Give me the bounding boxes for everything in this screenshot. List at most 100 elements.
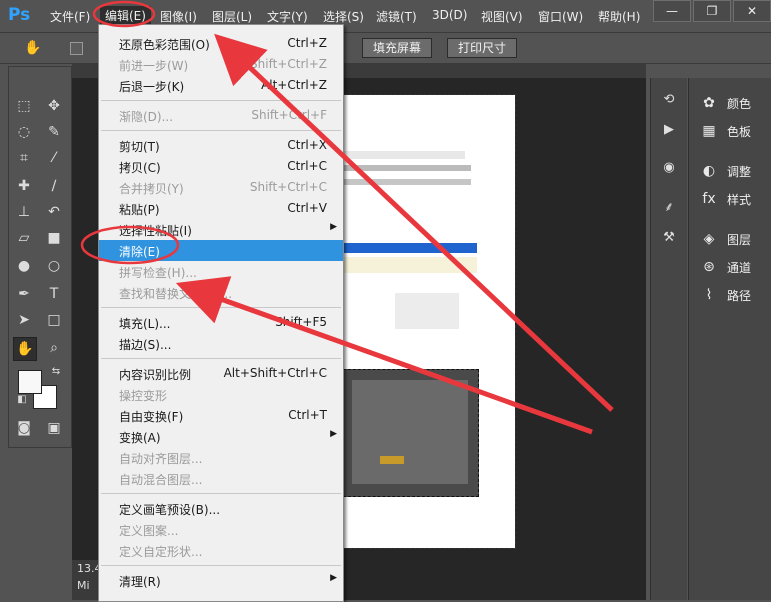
- brush-settings-icon[interactable]: ⸙: [661, 200, 677, 216]
- panel-label: 颜色: [727, 96, 752, 111]
- menu-separator: [101, 100, 341, 101]
- document-canvas[interactable]: [334, 94, 516, 549]
- properties-icon[interactable]: ◉: [661, 160, 677, 176]
- history-brush-tool-icon[interactable]: ↶: [43, 201, 65, 223]
- edit-menu-item[interactable]: 清理(R) ▶: [99, 570, 343, 591]
- path-selection-tool-icon[interactable]: ➤: [13, 309, 35, 331]
- history-icon[interactable]: ⟲: [661, 92, 677, 108]
- menu-type[interactable]: 文字(Y): [267, 8, 308, 25]
- quick-mask-icon[interactable]: ◙: [13, 417, 35, 439]
- menu-item-label: 选择性粘贴(I): [119, 224, 192, 238]
- hand-tool-icon[interactable]: ✋: [22, 37, 44, 59]
- edit-menu-item: 渐隐(D)... Shift+Ctrl+F: [99, 105, 343, 126]
- scroll-all-windows-checkbox[interactable]: [70, 42, 83, 55]
- close-button[interactable]: ✕: [733, 0, 771, 22]
- edit-menu-item[interactable]: 定义画笔预设(B)...: [99, 498, 343, 519]
- type-tool-icon[interactable]: T: [43, 283, 65, 305]
- menu-separator: [101, 130, 341, 131]
- swatches-icon: ▦: [702, 123, 716, 139]
- edit-menu-item: 前进一步(W) Shift+Ctrl+Z: [99, 54, 343, 75]
- print-size-button[interactable]: 打印尺寸: [447, 38, 518, 58]
- menu-filter[interactable]: 滤镜(T): [376, 8, 417, 25]
- menu-3d[interactable]: 3D(D): [432, 8, 467, 22]
- edit-menu-item[interactable]: 后退一步(K) Alt+Ctrl+Z: [99, 75, 343, 96]
- tool-presets-icon[interactable]: ⚒: [661, 230, 677, 246]
- blur-tool-icon[interactable]: ●: [13, 255, 35, 277]
- panel-color[interactable]: ✿ 颜色: [699, 92, 751, 114]
- panel-layers[interactable]: ◈ 图层: [699, 228, 751, 250]
- minimize-button[interactable]: —: [653, 0, 691, 22]
- edit-menu-item[interactable]: 粘贴(P) Ctrl+V: [99, 198, 343, 219]
- menu-item-label: 拼写检查(H)...: [119, 266, 197, 280]
- screen-mode-icon[interactable]: ▣: [43, 417, 65, 439]
- pen-tool-icon[interactable]: ✒: [13, 283, 35, 305]
- quick-select-tool-icon[interactable]: ✎: [43, 121, 65, 143]
- menu-select[interactable]: 选择(S): [323, 8, 364, 25]
- edit-menu-item[interactable]: 剪切(T) Ctrl+X: [99, 135, 343, 156]
- submenu-arrow-icon: ▶: [330, 222, 337, 232]
- panel-channels[interactable]: ⊛ 通道: [699, 256, 751, 278]
- gradient-tool-icon[interactable]: ■: [43, 227, 65, 249]
- layers-icon: ◈: [703, 231, 715, 247]
- brush-tool-icon[interactable]: ∕: [43, 175, 65, 197]
- hand-tool-icon[interactable]: ✋: [13, 337, 37, 361]
- eyedropper-tool-icon[interactable]: ⁄: [43, 147, 65, 169]
- menu-window[interactable]: 窗口(W): [538, 8, 583, 25]
- edit-menu-item: 操控变形: [99, 384, 343, 405]
- default-colors-icon[interactable]: ◧: [11, 389, 33, 411]
- edit-menu-item[interactable]: 拷贝(C) Ctrl+C: [99, 156, 343, 177]
- submenu-arrow-icon: ▶: [330, 429, 337, 439]
- canvas-content-line: [341, 179, 471, 185]
- edit-menu-item[interactable]: 选择性粘贴(I) ▶: [99, 219, 343, 240]
- menu-item-label: 后退一步(K): [119, 80, 185, 94]
- lasso-tool-icon[interactable]: ◌: [13, 121, 35, 143]
- panel-swatches[interactable]: ▦ 色板: [699, 120, 751, 142]
- menu-item-label: 前进一步(W): [119, 59, 189, 73]
- canvas-selection-bar: [341, 243, 477, 253]
- marquee-tool-icon[interactable]: ⬚: [13, 95, 35, 117]
- crop-tool-icon[interactable]: ⌗: [13, 147, 35, 169]
- menu-separator: [101, 307, 341, 308]
- edit-menu-item[interactable]: 内容识别比例 Alt+Shift+Ctrl+C: [99, 363, 343, 384]
- move-tool-icon[interactable]: ✥: [43, 95, 65, 117]
- menu-layer[interactable]: 图层(L): [212, 8, 252, 25]
- menu-item-label: 合并拷贝(Y): [119, 182, 184, 196]
- dodge-tool-icon[interactable]: ○: [43, 255, 65, 277]
- edit-menu-item[interactable]: 填充(L)... Shift+F5: [99, 312, 343, 333]
- panel-paths[interactable]: ⌇ 路径: [699, 284, 751, 306]
- edit-menu-item[interactable]: 自由变换(F) Ctrl+T: [99, 405, 343, 426]
- canvas-content-line: [341, 257, 477, 273]
- window-controls: — ❐ ✕: [651, 0, 771, 22]
- edit-menu-item[interactable]: 变换(A) ▶: [99, 426, 343, 447]
- menu-view[interactable]: 视图(V): [481, 8, 523, 25]
- swap-colors-icon[interactable]: ⇆: [45, 361, 67, 383]
- menu-edit[interactable]: 编辑(E): [100, 6, 151, 25]
- menu-item-shortcut: Ctrl+T: [288, 408, 327, 422]
- menu-image[interactable]: 图像(I): [160, 8, 197, 25]
- menu-file[interactable]: 文件(F): [50, 8, 90, 25]
- fill-screen-button[interactable]: 填充屏幕: [362, 38, 433, 58]
- panel-label: 路径: [727, 288, 752, 303]
- panel-styles[interactable]: fx 样式: [699, 188, 751, 210]
- clone-stamp-tool-icon[interactable]: ⊥: [13, 201, 35, 223]
- restore-button[interactable]: ❐: [693, 0, 731, 22]
- menu-help[interactable]: 帮助(H): [598, 8, 640, 25]
- photoshop-logo: Ps: [8, 5, 31, 25]
- actions-play-icon[interactable]: ▶: [661, 122, 677, 138]
- menu-item-shortcut: Shift+Ctrl+Z: [250, 57, 327, 71]
- paths-icon: ⌇: [705, 287, 713, 303]
- healing-brush-tool-icon[interactable]: ✚: [13, 175, 35, 197]
- panel-adjustments[interactable]: ◐ 调整: [699, 160, 751, 182]
- menu-separator: [101, 358, 341, 359]
- eraser-tool-icon[interactable]: ▱: [13, 227, 35, 249]
- rectangle-tool-icon[interactable]: □: [43, 309, 65, 331]
- edit-menu-item[interactable]: 描边(S)...: [99, 333, 343, 354]
- canvas-content-line: [341, 151, 465, 159]
- menu-item-label: 操控变形: [119, 389, 168, 403]
- edit-menu-item[interactable]: 清除(E): [99, 240, 343, 261]
- menu-item-label: 填充(L)...: [119, 317, 171, 331]
- edit-menu-item: 合并拷贝(Y) Shift+Ctrl+C: [99, 177, 343, 198]
- menu-item-shortcut: Ctrl+X: [287, 138, 327, 152]
- edit-menu-item[interactable]: 还原色彩范围(O) Ctrl+Z: [99, 33, 343, 54]
- zoom-tool-icon[interactable]: ⌕: [43, 337, 65, 359]
